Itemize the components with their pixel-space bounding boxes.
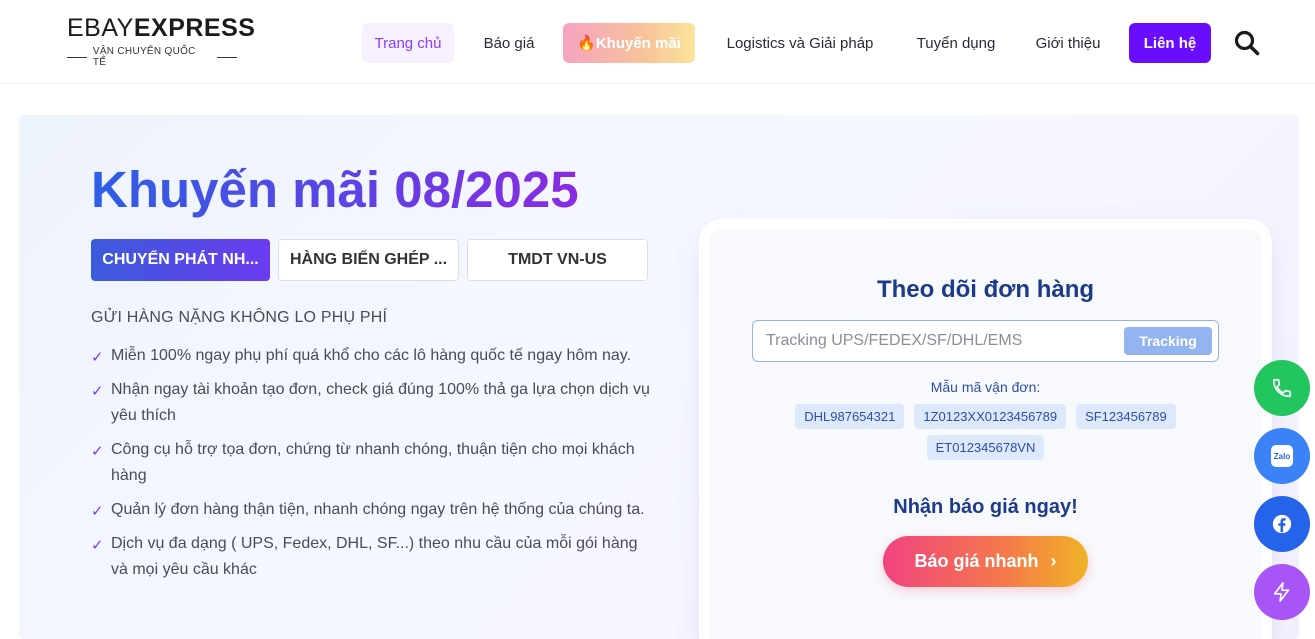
- sample-code-chip[interactable]: 1Z0123XX0123456789: [914, 404, 1067, 429]
- tracking-title: Theo dõi đơn hàng: [876, 276, 1095, 303]
- nav-item-jobs[interactable]: Tuyển dụng: [906, 23, 1006, 63]
- sample-code-chip[interactable]: SF123456789: [1076, 404, 1176, 429]
- phone-icon: [1272, 378, 1292, 398]
- logo-rule: [217, 56, 237, 58]
- nav-item-home[interactable]: Trang chủ: [362, 23, 454, 63]
- feature-text: Quản lý đơn hàng thận tiện, nhanh chóng …: [111, 501, 645, 518]
- page-title: Khuyến mãi 08/2025: [91, 161, 579, 218]
- tracking-form: Tracking: [752, 320, 1219, 362]
- logo-brand-thin: EBAY: [67, 14, 134, 42]
- check-icon: ✓: [91, 537, 104, 554]
- tracking-input[interactable]: [766, 321, 1116, 361]
- search-icon[interactable]: [1232, 28, 1262, 58]
- check-icon: ✓: [91, 383, 104, 400]
- nav-item-promo[interactable]: 🔥Khuyến mãi: [563, 23, 695, 63]
- feature-text: Nhận ngay tài khoản tạo đơn, check giá đ…: [111, 381, 650, 424]
- nav-item-about[interactable]: Giới thiệu: [1024, 23, 1112, 63]
- zalo-icon: Zalo: [1271, 445, 1293, 467]
- logo-tagline: VẬN CHUYỂN QUỐC TẾ: [92, 46, 196, 68]
- contact-button[interactable]: Liên hệ: [1129, 23, 1211, 63]
- phone-button[interactable]: [1254, 360, 1310, 416]
- feature-text: Dịch vụ đa dạng ( UPS, Fedex, DHL, SF...…: [111, 535, 638, 578]
- quick-quote-button[interactable]: Báo giá nhanh ›: [883, 536, 1088, 587]
- check-icon: ✓: [91, 349, 104, 366]
- nav-item-logistics[interactable]: Logistics và Giải pháp: [712, 23, 888, 63]
- promo-subheading: GỬI HÀNG NẶNG KHÔNG LO PHỤ PHÍ: [91, 309, 388, 326]
- sample-label: Mẫu mã vận đơn:: [930, 379, 1041, 395]
- check-icon: ✓: [91, 443, 104, 460]
- sample-codes: DHL987654321 1Z0123XX0123456789 SF123456…: [784, 404, 1187, 460]
- feature-item: ✓ Dịch vụ đa dạng ( UPS, Fedex, DHL, SF..…: [91, 531, 651, 583]
- feature-list: ✓ Miễn 100% ngay phụ phí quá khổ cho các …: [91, 343, 651, 591]
- quote-heading: Nhận báo giá ngay!: [893, 496, 1078, 518]
- quick-action-button[interactable]: [1254, 564, 1310, 620]
- sample-code-chip[interactable]: ET012345678VN: [926, 435, 1045, 460]
- logo-wordmark: EBAYEXPRESS: [67, 14, 255, 42]
- sample-code-chip[interactable]: DHL987654321: [795, 404, 905, 429]
- logo[interactable]: EBAYEXPRESS VẬN CHUYỂN QUỐC TẾ: [67, 14, 255, 68]
- feature-item: ✓ Công cụ hỗ trợ tọa đơn, chứng từ nhanh …: [91, 437, 651, 489]
- nav-item-quote[interactable]: Báo giá: [472, 23, 546, 63]
- feature-item: ✓ Nhận ngay tài khoản tạo đơn, check giá …: [91, 377, 651, 429]
- feature-text: Công cụ hỗ trợ tọa đơn, chứng từ nhanh c…: [111, 441, 635, 484]
- tracking-card: Theo dõi đơn hàng Tracking Mẫu mã vận đơ…: [704, 224, 1267, 639]
- logo-rule: [67, 56, 87, 58]
- chevron-right-icon: ›: [1050, 551, 1057, 571]
- tab-express[interactable]: CHUYỂN PHÁT NH...: [91, 239, 270, 281]
- tracking-button[interactable]: Tracking: [1124, 327, 1212, 355]
- tab-sea-freight[interactable]: HÀNG BIỂN GHÉP ...: [278, 239, 459, 281]
- logo-brand-bold: EXPRESS: [133, 14, 256, 42]
- quick-quote-label: Báo giá nhanh: [914, 551, 1039, 571]
- zalo-button[interactable]: Zalo: [1254, 428, 1310, 484]
- feature-item: ✓ Miễn 100% ngay phụ phí quá khổ cho các …: [91, 343, 651, 369]
- facebook-button[interactable]: [1254, 496, 1310, 552]
- facebook-icon: [1272, 514, 1292, 534]
- logo-tagline-row: VẬN CHUYỂN QUỐC TẾ: [67, 46, 237, 68]
- site-header: EBAYEXPRESS VẬN CHUYỂN QUỐC TẾ Trang chủ…: [0, 0, 1315, 84]
- bolt-icon: [1273, 582, 1290, 602]
- feature-item: ✓ Quản lý đơn hàng thận tiện, nhanh chóng…: [91, 497, 651, 523]
- feature-text: Miễn 100% ngay phụ phí quá khổ cho các l…: [111, 347, 632, 364]
- tab-ecommerce-vn-us[interactable]: TMDT VN-US: [467, 239, 648, 281]
- check-icon: ✓: [91, 503, 104, 520]
